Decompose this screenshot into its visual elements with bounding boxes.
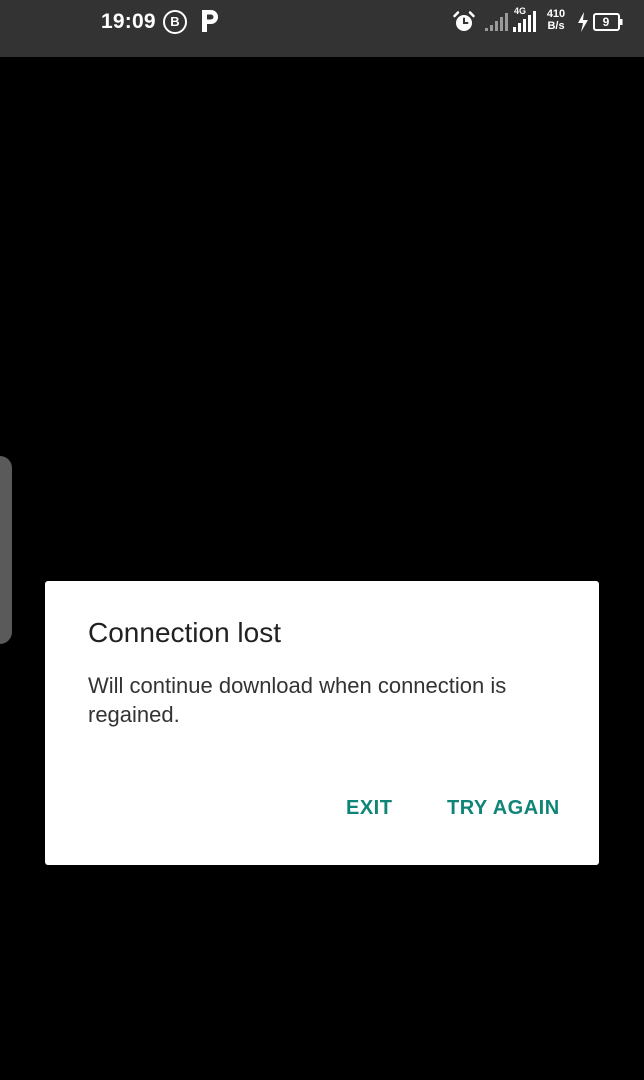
connection-lost-dialog: Connection lost Will continue download w… [45, 581, 599, 865]
signal-4g-icon: 4G [513, 6, 536, 32]
net-speed-unit: B/s [547, 20, 565, 32]
net-speed: 410 B/s [544, 8, 568, 33]
alarm-icon [453, 11, 475, 31]
try-again-button[interactable]: TRY AGAIN [447, 797, 560, 820]
parking-p-icon [202, 10, 218, 32]
status-time: 19:09 [101, 10, 156, 33]
charging-bolt-icon [578, 12, 588, 32]
signal-bars-icon [485, 13, 508, 31]
net-speed-value: 410 [546, 8, 566, 20]
dialog-title: Connection lost [88, 617, 282, 648]
battery-level: 9 [602, 15, 610, 29]
edge-panel-handle[interactable] [0, 456, 12, 644]
screen: 19:09 B 4G 410 B/s 9 Connection lost Wil… [0, 0, 644, 1080]
exit-button[interactable]: EXIT [346, 797, 392, 820]
net-type-label: 4G [514, 6, 526, 16]
status-bar: 19:09 B 4G 410 B/s 9 [0, 0, 644, 57]
b-badge-icon: B [163, 10, 187, 34]
dialog-message: Will continue download when connection i… [88, 673, 507, 727]
